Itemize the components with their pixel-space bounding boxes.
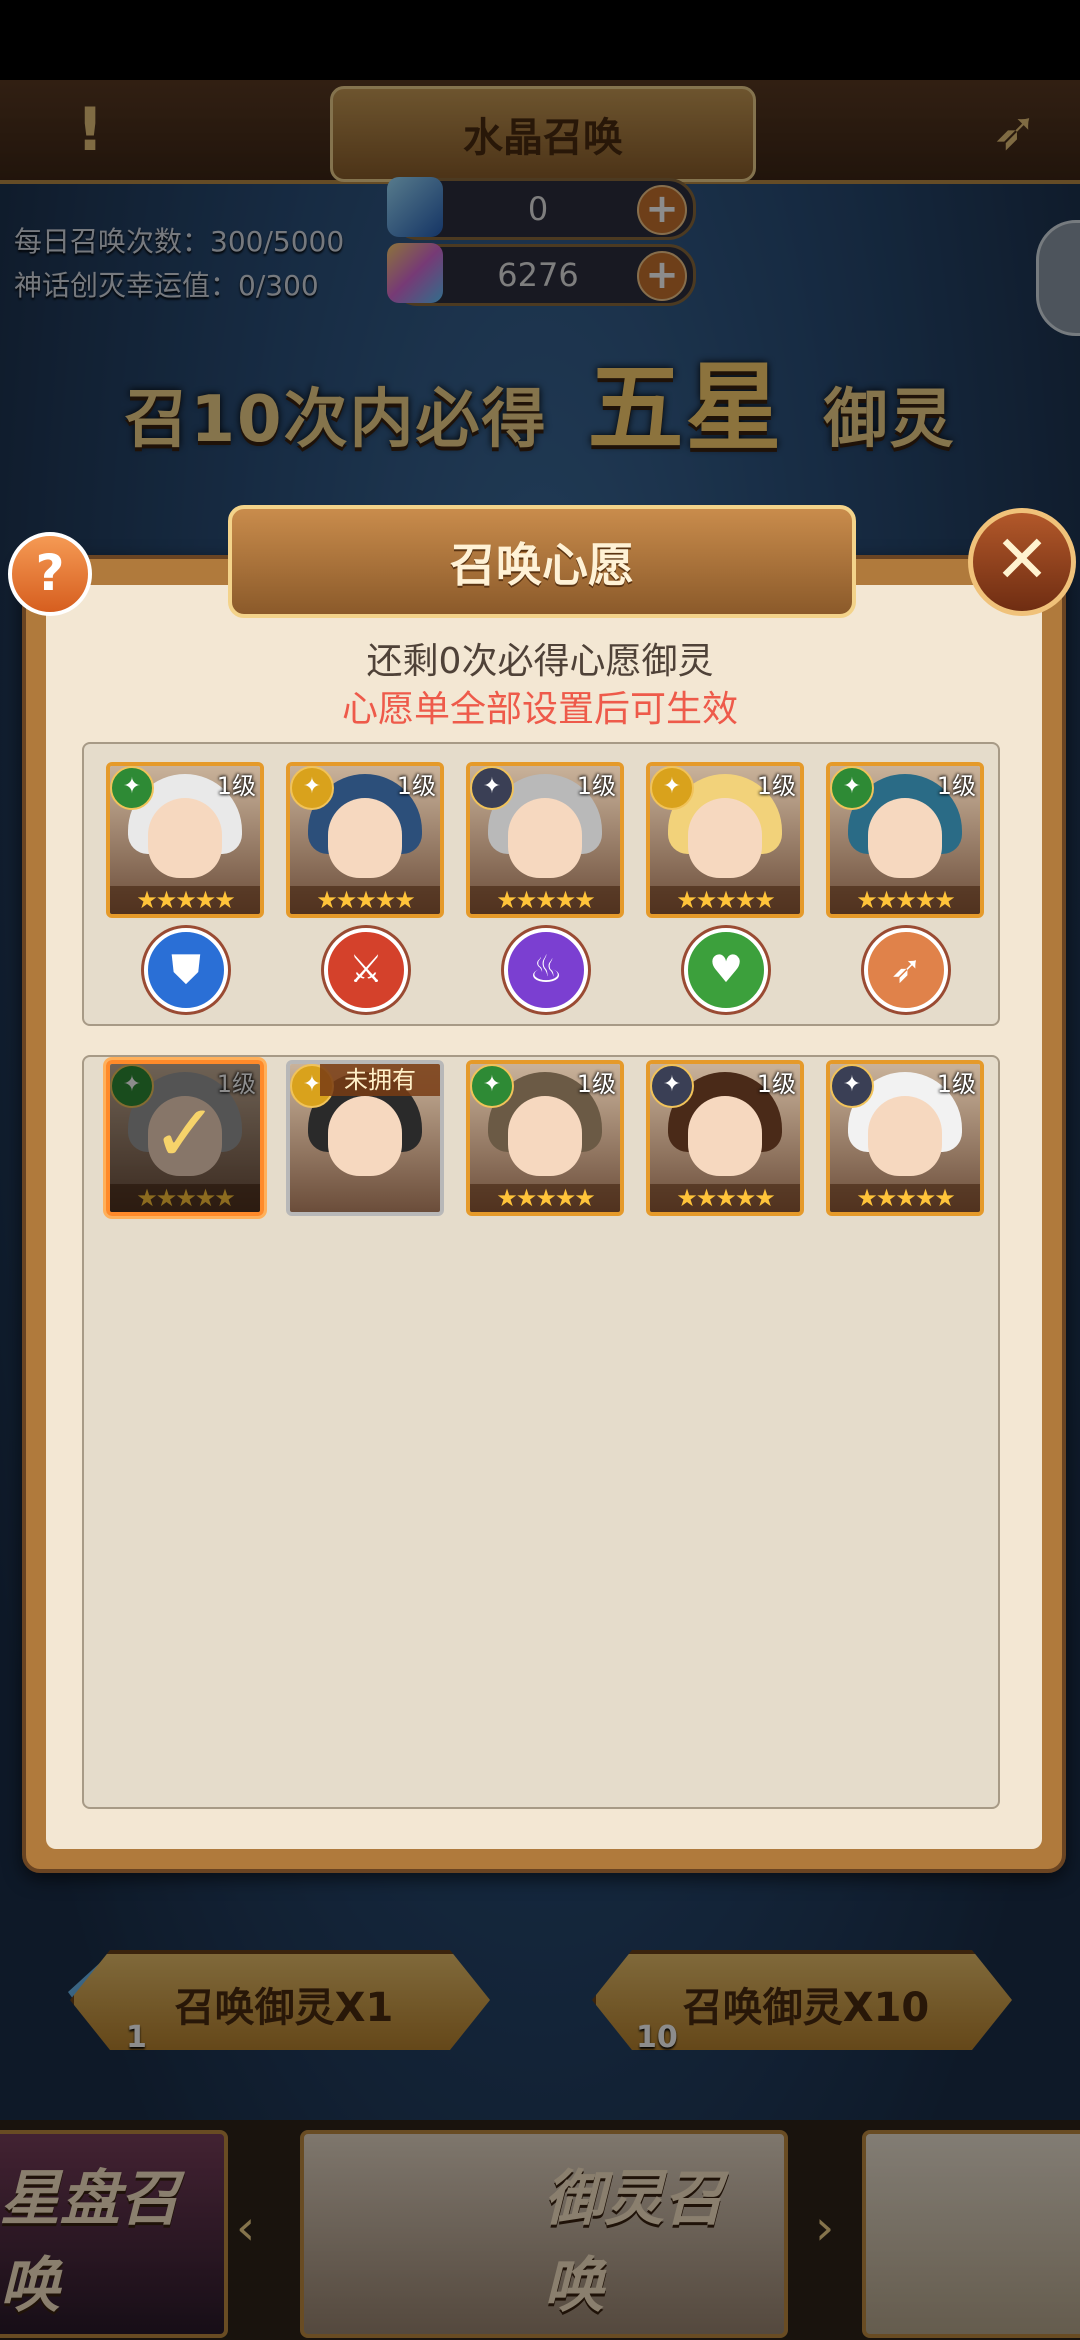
hero-level: 1级 bbox=[216, 772, 256, 800]
sword-icon: ⚔ bbox=[324, 928, 408, 1012]
star-rating: ★★★★★ bbox=[290, 886, 440, 914]
wish-hero-card[interactable]: ✦ 1级 ★★★★★ bbox=[106, 762, 264, 918]
star-rating: ★★★★★ bbox=[470, 886, 620, 914]
hero-level: 1级 bbox=[936, 1070, 976, 1098]
wish-hero-card[interactable]: ✦ 1级 ★★★★★ bbox=[466, 762, 624, 918]
faction-icon: ✦ bbox=[470, 1064, 514, 1108]
star-rating: ★★★★★ bbox=[470, 1184, 620, 1212]
heart-icon: ♥ bbox=[684, 928, 768, 1012]
star-rating: ★★★★★ bbox=[830, 1184, 980, 1212]
remaining-count-text: 还剩0次必得心愿御灵 bbox=[366, 641, 714, 682]
pool-hero-card[interactable]: ✦ 1级 ★★★★★ bbox=[646, 1060, 804, 1216]
hero-face bbox=[328, 1096, 402, 1176]
wish-hint-text: 心愿单全部设置后可生效 bbox=[341, 689, 738, 730]
hero-face bbox=[868, 1096, 942, 1176]
star-rating: ★★★★★ bbox=[650, 886, 800, 914]
hero-level: 1级 bbox=[756, 772, 796, 800]
wish-hero-card[interactable]: ✦ 1级 ★★★★★ bbox=[826, 762, 984, 918]
faction-icon: ✦ bbox=[830, 766, 874, 810]
hero-face bbox=[688, 798, 762, 878]
hero-face bbox=[508, 798, 582, 878]
shield-icon: ⛊ bbox=[144, 928, 228, 1012]
hero-level: 1级 bbox=[576, 772, 616, 800]
star-rating: ★★★★★ bbox=[650, 1184, 800, 1212]
hero-level: 1级 bbox=[576, 1070, 616, 1098]
faction-icon: ✦ bbox=[470, 766, 514, 810]
pool-hero-card[interactable]: ✦ 1级 ★★★★★ ✓ bbox=[106, 1060, 264, 1216]
hero-level: 1级 bbox=[756, 1070, 796, 1098]
hero-face bbox=[868, 798, 942, 878]
not-owned-tag: 未拥有 bbox=[320, 1064, 440, 1096]
faction-icon: ✦ bbox=[290, 766, 334, 810]
hero-face bbox=[328, 798, 402, 878]
faction-icon: ✦ bbox=[830, 1064, 874, 1108]
wish-hero-card[interactable]: ✦ 1级 ★★★★★ bbox=[286, 762, 444, 918]
checkmark-icon: ✓ bbox=[110, 1064, 260, 1212]
flame-icon: ♨ bbox=[504, 928, 588, 1012]
dialog-title: 召唤心愿 bbox=[228, 505, 856, 618]
hero-face bbox=[148, 798, 222, 878]
star-rating: ★★★★★ bbox=[110, 886, 260, 914]
close-button[interactable]: ✕ bbox=[968, 508, 1076, 616]
faction-icon: ✦ bbox=[110, 766, 154, 810]
hero-face bbox=[688, 1096, 762, 1176]
help-button[interactable]: ? bbox=[8, 532, 92, 616]
hero-level: 1级 bbox=[396, 772, 436, 800]
pool-hero-card[interactable]: ✦ 1级 ★★★★★ bbox=[466, 1060, 624, 1216]
wish-hero-card[interactable]: ✦ 1级 ★★★★★ bbox=[646, 762, 804, 918]
faction-icon: ✦ bbox=[650, 766, 694, 810]
faction-icon: ✦ bbox=[650, 1064, 694, 1108]
bow-icon: ➶ bbox=[864, 928, 948, 1012]
pool-hero-card[interactable]: ✦ 未拥有 bbox=[286, 1060, 444, 1216]
hero-face bbox=[508, 1096, 582, 1176]
star-rating: ★★★★★ bbox=[830, 886, 980, 914]
pool-hero-card[interactable]: ✦ 1级 ★★★★★ bbox=[826, 1060, 984, 1216]
hero-level: 1级 bbox=[936, 772, 976, 800]
